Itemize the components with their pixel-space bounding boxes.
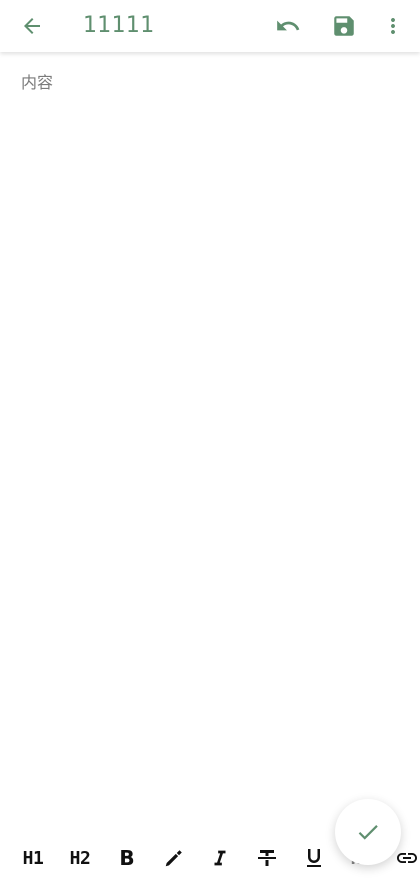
note-title[interactable]: 11111 — [83, 10, 155, 42]
highlight-button[interactable] — [160, 838, 188, 878]
underline-button[interactable] — [300, 838, 328, 878]
more-options-button[interactable] — [373, 6, 413, 46]
undo-icon — [277, 20, 300, 31]
save-icon — [334, 16, 354, 36]
top-app-bar: 11111 — [0, 0, 420, 52]
check-icon — [358, 825, 378, 840]
heading2-button[interactable]: H2 — [63, 838, 97, 878]
highlighter-icon — [165, 850, 182, 867]
more-vertical-icon — [391, 18, 395, 34]
bold-button[interactable]: B — [114, 838, 140, 878]
strikethrough-button[interactable] — [252, 838, 282, 878]
heading1-button[interactable]: H1 — [16, 838, 50, 878]
italic-button[interactable] — [206, 838, 234, 878]
undo-button[interactable] — [268, 6, 308, 46]
save-button[interactable] — [324, 6, 364, 46]
back-button[interactable] — [12, 6, 52, 46]
underline-icon — [307, 849, 321, 867]
strikethrough-icon — [258, 850, 276, 866]
confirm-fab[interactable] — [335, 799, 401, 865]
link-icon — [397, 853, 417, 863]
arrow-left-icon — [24, 18, 40, 34]
note-content-editor[interactable]: 内容 — [0, 52, 420, 838]
italic-icon — [214, 850, 226, 866]
content-placeholder: 内容 — [21, 73, 54, 92]
